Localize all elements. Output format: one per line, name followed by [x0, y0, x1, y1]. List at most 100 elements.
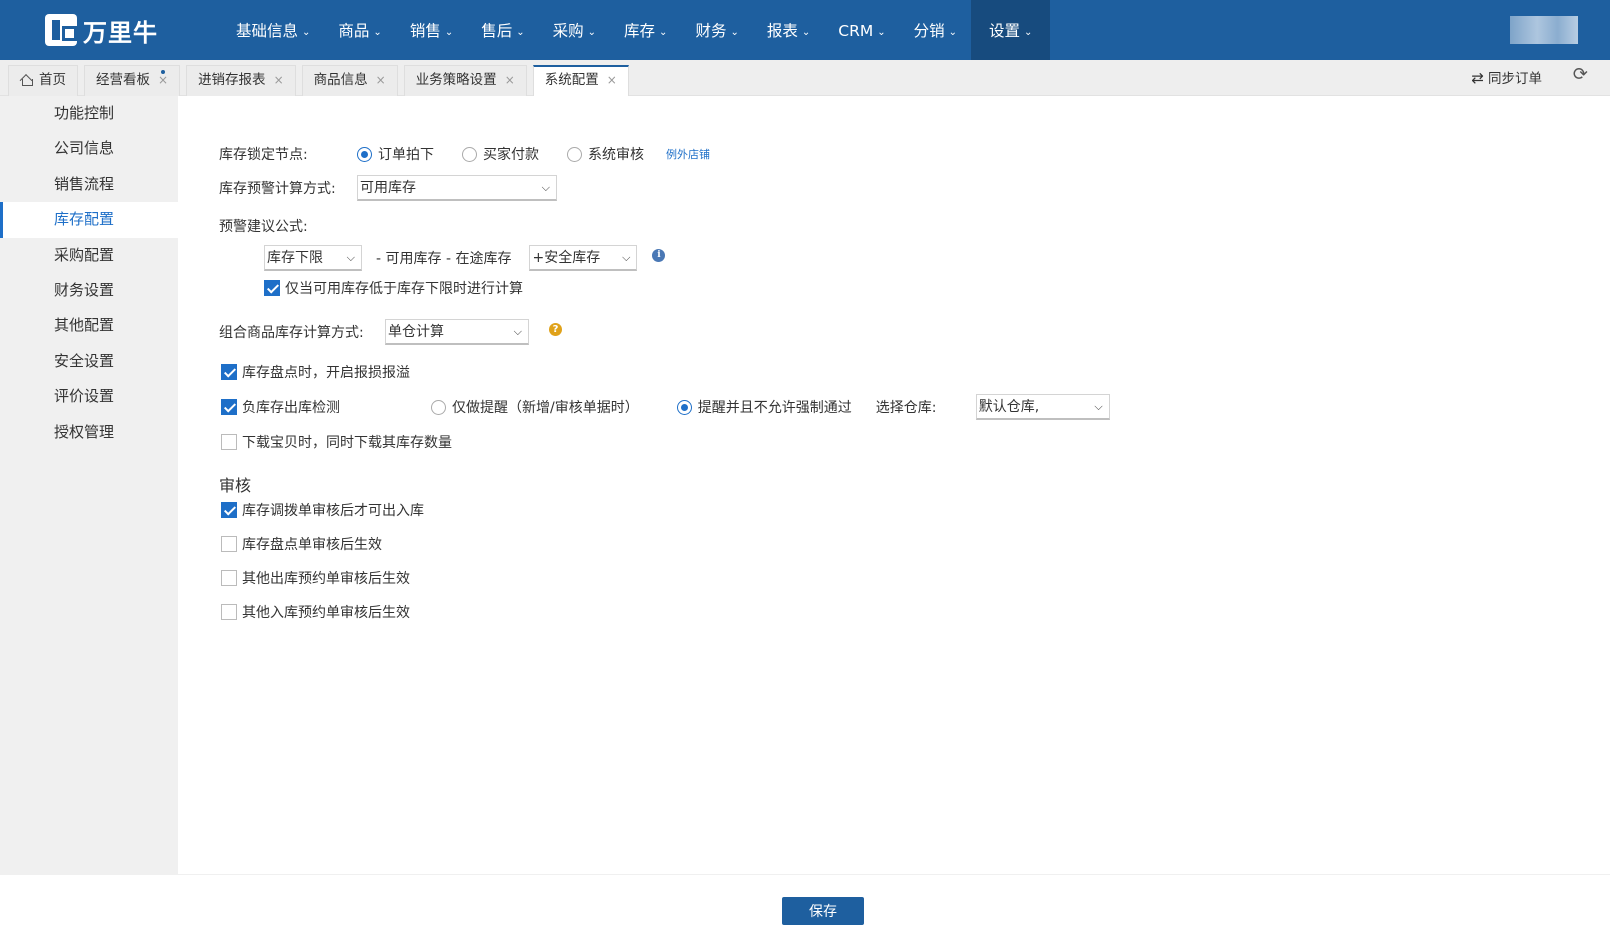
footer-bar: 保存	[0, 874, 1610, 928]
chevron-down-icon: ⌄	[730, 27, 739, 38]
select-value: +安全库存	[532, 250, 601, 266]
formula-right-select[interactable]: +安全库存 ⌵	[529, 245, 638, 271]
checkbox-box	[221, 364, 237, 380]
exception-shops-link[interactable]: 例外店铺	[666, 146, 710, 162]
close-icon[interactable]: ×	[505, 73, 515, 87]
sidebar-item[interactable]: 销售流程	[0, 167, 178, 202]
close-icon[interactable]: ×	[607, 73, 617, 87]
chevron-down-icon: ⌄	[302, 27, 311, 38]
open-tabs: 首页 经营看板 × 进销存报表 × 商品信息 × 业务策略设置 × 系统配置 ×	[8, 65, 635, 96]
radio-label: 系统审核	[588, 147, 644, 163]
sync-orders-label: 同步订单	[1488, 71, 1542, 87]
save-button[interactable]: 保存	[782, 897, 864, 925]
refresh-icon[interactable]: ⟳	[1573, 64, 1588, 85]
audit-checkbox[interactable]: 其他出库预约单审核后生效	[221, 568, 410, 588]
download-stock-row: 下载宝贝时，同时下载其库存数量	[221, 432, 452, 452]
checkbox-box	[221, 399, 237, 415]
checkbox-box	[264, 280, 280, 296]
chevron-down-icon: ⌵	[346, 251, 355, 264]
warn-calc-select[interactable]: 可用库存 ⌵	[357, 175, 557, 201]
topnav-item[interactable]: 销售 ⌄	[396, 0, 467, 60]
radio-label: 提醒并且不允许强制通过	[697, 400, 852, 416]
brand-logo[interactable]: 万里牛	[45, 14, 158, 47]
user-avatar[interactable]	[1510, 16, 1578, 44]
close-icon[interactable]: ×	[158, 73, 168, 87]
sidebar-item[interactable]: 功能控制	[0, 96, 178, 131]
audit-row: 库存盘点单审核后生效	[221, 534, 382, 554]
topnav-item[interactable]: 财务 ⌄	[681, 0, 752, 60]
checkbox-label: 库存盘点时，开启报损报溢	[242, 365, 410, 381]
topnav-item[interactable]: CRM ⌄	[824, 0, 899, 60]
sync-orders-button[interactable]: ⇄ 同步订单	[1471, 67, 1542, 87]
topnav-item[interactable]: 基础信息 ⌄	[222, 0, 324, 60]
topnav-item-label: 商品	[338, 22, 370, 40]
checkbox-label: 仅当可用库存低于库存下限时进行计算	[285, 281, 523, 297]
topnav-item[interactable]: 商品 ⌄	[324, 0, 395, 60]
topnav-item[interactable]: 采购 ⌄	[539, 0, 610, 60]
checkbox-box	[221, 604, 237, 620]
sidebar-item[interactable]: 评价设置	[0, 379, 178, 414]
tab[interactable]: 进销存报表 ×	[186, 65, 296, 96]
sidebar-item[interactable]: 采购配置	[0, 238, 178, 273]
close-icon[interactable]: ×	[376, 73, 386, 87]
sidebar-item[interactable]: 其他配置	[0, 308, 178, 343]
audit-checkbox[interactable]: 库存盘点单审核后生效	[221, 534, 382, 554]
chevron-down-icon: ⌄	[373, 27, 382, 38]
tab[interactable]: 商品信息 ×	[301, 65, 398, 96]
topnav-item[interactable]: 库存 ⌄	[610, 0, 681, 60]
sidebar-item[interactable]: 库存配置	[0, 202, 178, 238]
tab[interactable]: 系统配置 ×	[532, 65, 629, 96]
stocktake-overflow-checkbox[interactable]: 库存盘点时，开启报损报溢	[221, 362, 410, 382]
tab[interactable]: 经营看板 ×	[84, 65, 181, 96]
audit-checkbox[interactable]: 库存调拨单审核后才可出入库	[221, 500, 424, 520]
radio-circle	[357, 146, 372, 162]
topnav-item-label: 设置	[989, 22, 1021, 40]
sidebar-item[interactable]: 公司信息	[0, 131, 178, 166]
audit-section-title: 审核	[219, 476, 252, 495]
topnav-item[interactable]: 售后 ⌄	[467, 0, 538, 60]
audit-checkbox[interactable]: 其他入库预约单审核后生效	[221, 602, 410, 622]
stocktake-overflow-row: 库存盘点时，开启报损报溢	[221, 362, 410, 382]
chevron-down-icon: ⌵	[622, 251, 631, 264]
audit-row: 库存调拨单审核后才可出入库	[221, 500, 424, 520]
topnav-item-label: 分销	[913, 22, 945, 40]
info-icon[interactable]: i	[652, 248, 666, 262]
inventory-config-panel: 库存锁定节点: 订单拍下 买家付款 系统审核 例外店铺 库存预警计算方式: 可用…	[178, 96, 1610, 874]
warehouse-select[interactable]: 默认仓库, ⌵	[975, 394, 1110, 420]
home-icon	[20, 74, 33, 86]
radio-order-placed[interactable]: 订单拍下	[357, 144, 434, 164]
radio-remind-only[interactable]: 仅做提醒（新增/审核单据时）	[431, 397, 639, 417]
radio-circle	[676, 399, 692, 415]
tab-label: 系统配置	[544, 72, 599, 88]
tab-home[interactable]: 首页	[8, 65, 78, 96]
sidebar-item[interactable]: 财务设置	[0, 273, 178, 308]
radio-buyer-paid[interactable]: 买家付款	[462, 144, 539, 164]
sidebar-item[interactable]: 授权管理	[0, 415, 178, 450]
formula-left-select[interactable]: 库存下限 ⌵	[264, 245, 362, 271]
combo-calc-select[interactable]: 单仓计算 ⌵	[385, 319, 529, 345]
warn-calc-label: 库存预警计算方式:	[219, 181, 336, 197]
radio-circle	[431, 399, 446, 415]
help-icon[interactable]: ?	[549, 322, 562, 336]
formula-label-row: 预警建议公式:	[219, 216, 308, 236]
select-value: 单仓计算	[388, 324, 444, 340]
topnav-item-label: 销售	[409, 22, 441, 40]
topnav-item[interactable]: 分销 ⌄	[900, 0, 971, 60]
topnav-item-label: 采购	[552, 22, 584, 40]
sync-icon: ⇄	[1471, 69, 1484, 87]
tab[interactable]: 业务策略设置 ×	[403, 65, 527, 96]
negative-check-checkbox[interactable]: 负库存出库检测	[221, 397, 431, 417]
checkbox-box	[221, 536, 237, 552]
topnav-item[interactable]: 报表 ⌄	[753, 0, 824, 60]
topnav-item[interactable]: 设置 ⌄	[971, 0, 1051, 60]
only-when-checkbox[interactable]: 仅当可用库存低于库存下限时进行计算	[264, 278, 523, 298]
radio-system-audit[interactable]: 系统审核	[567, 144, 644, 164]
download-stock-checkbox[interactable]: 下载宝贝时，同时下载其库存数量	[221, 432, 452, 452]
radio-circle	[567, 146, 582, 162]
radio-circle	[462, 146, 477, 162]
sidebar-item[interactable]: 安全设置	[0, 344, 178, 379]
chevron-down-icon: ⌄	[587, 27, 597, 38]
radio-remind-and-block[interactable]: 提醒并且不允许强制通过	[676, 397, 852, 417]
main-menu: 基础信息 ⌄ 商品 ⌄ 销售 ⌄ 售后 ⌄ 采购 ⌄ 库存 ⌄ 财务 ⌄ 报表 ⌄ CRM ⌄ 分销 ⌄ 设置 ⌄	[222, 0, 1051, 60]
close-icon[interactable]: ×	[274, 73, 284, 87]
